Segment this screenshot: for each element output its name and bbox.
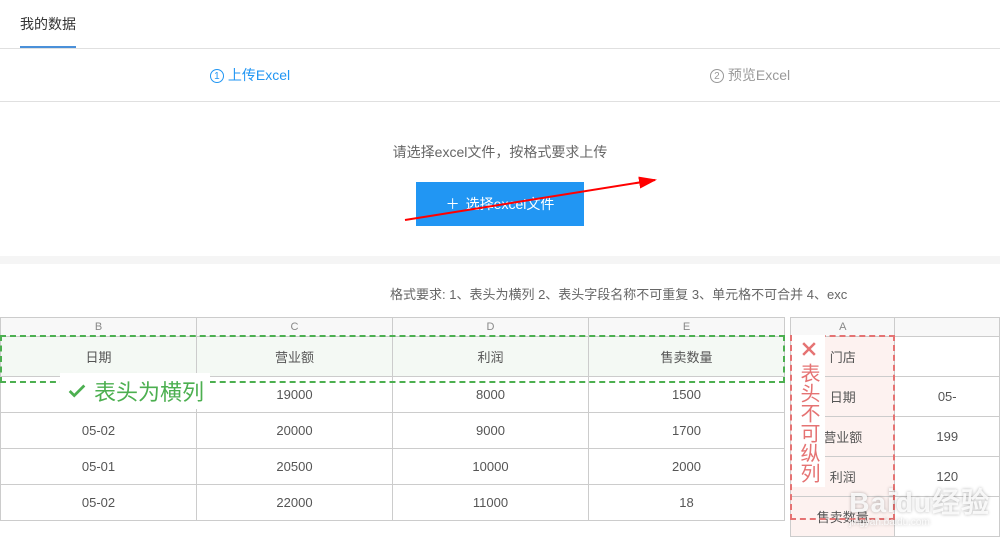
col-letter: A — [791, 318, 895, 337]
good-example-label: 表头为横列 — [60, 373, 210, 409]
format-requirements: 格式要求: 1、表头为横列 2、表头字段名称不可重复 3、单元格不可合并 4、e… — [0, 264, 1000, 317]
step-2-icon: 2 — [710, 69, 724, 83]
header-date: 日期 — [1, 337, 197, 377]
step-1-icon: 1 — [210, 69, 224, 83]
tab-my-data[interactable]: 我的数据 — [20, 0, 76, 48]
col-letter: D — [393, 318, 589, 337]
step-preview-excel[interactable]: 2 预览Excel — [500, 49, 1000, 101]
table-row: 05-022000090001700 — [1, 413, 785, 449]
col-letter: C — [197, 318, 393, 337]
check-icon — [66, 380, 88, 402]
close-icon — [799, 339, 819, 359]
plus-icon: ＋ — [446, 196, 460, 212]
header-sales-qty: 售卖数量 — [589, 337, 785, 377]
step-upload-excel[interactable]: 1 上传Excel — [0, 49, 500, 101]
col-letter — [895, 318, 1000, 337]
upload-prompt: 请选择excel文件，按格式要求上传 — [0, 142, 1000, 162]
table-row: 05-02220001100018 — [1, 485, 785, 521]
header-profit: 利润 — [393, 337, 589, 377]
select-excel-file-button[interactable]: ＋ 选择excel文件 — [416, 182, 585, 226]
header-revenue: 营业额 — [197, 337, 393, 377]
step-1-label: 上传Excel — [228, 67, 290, 83]
bad-example-label: 表头不可纵列 — [792, 335, 825, 487]
step-2-label: 预览Excel — [728, 67, 790, 83]
table-row: 售卖数量 — [791, 497, 1000, 537]
col-letter: B — [1, 318, 197, 337]
col-letter: E — [589, 318, 785, 337]
table-row: 05-0120500100002000 — [1, 449, 785, 485]
good-example-table: B C D E 日期 营业额 利润 售卖数量 1900080001500 05-… — [0, 317, 785, 521]
upload-button-label: 选择excel文件 — [466, 196, 555, 212]
